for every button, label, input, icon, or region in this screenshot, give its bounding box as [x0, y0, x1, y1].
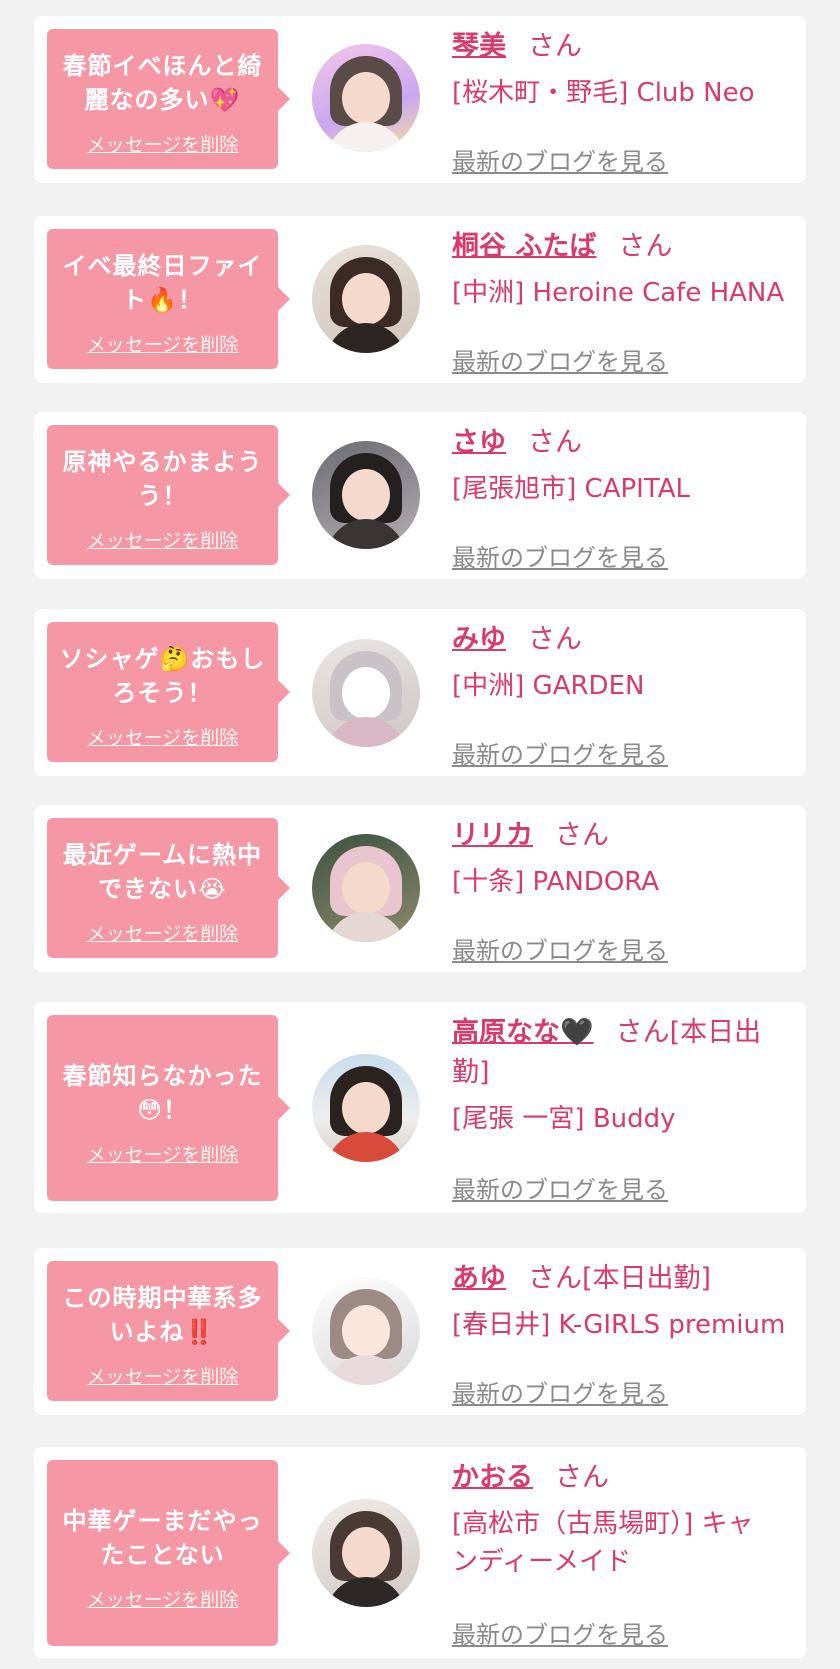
honorific: さん	[528, 427, 582, 458]
message-text: 春節イベほんと綺 麗なの多い💖	[62, 52, 263, 114]
latest-blog-link[interactable]: 最新のブログを見る	[452, 740, 668, 770]
shop-label: [尾張 一宮] Buddy	[452, 1104, 676, 1134]
profile-name-link[interactable]: 琴美	[452, 31, 506, 62]
message-bubble: 最近ゲームに熱中 できない😭 メッセージを削除	[47, 818, 290, 958]
honorific: さん	[528, 31, 582, 62]
shop-label: [中洲] GARDEN	[452, 671, 645, 701]
delete-message-link[interactable]: メッセージを削除	[47, 333, 278, 357]
profile-name-link[interactable]: さゆ	[452, 427, 506, 458]
message-text: 原神やるかまよう う！	[62, 448, 263, 510]
message-card: 原神やるかまよう う！ メッセージを削除 さゆ さん [尾張旭市] CAPITAL …	[34, 412, 806, 579]
message-card: イベ最終日ファイ ト🔥！ メッセージを削除 桐谷 ふたば さん [中洲] Heroi…	[34, 216, 806, 383]
delete-message-link[interactable]: メッセージを削除	[47, 1143, 278, 1167]
message-bubble: この時期中華系多 いよね‼️ メッセージを削除	[47, 1261, 290, 1401]
honorific: さん[本日出勤]	[528, 1263, 712, 1294]
profile-name-link[interactable]: 高原なな🖤	[452, 1017, 594, 1048]
message-bubble: ソシャゲ🤔おもし ろそう！ メッセージを削除	[47, 622, 290, 762]
latest-blog-link[interactable]: 最新のブログを見る	[452, 147, 668, 177]
avatar[interactable]	[312, 1499, 420, 1607]
avatar[interactable]	[312, 834, 420, 942]
profile-name-link[interactable]: 桐谷 ふたば	[452, 231, 596, 262]
honorific: さん[本日出	[615, 1017, 762, 1048]
profile-name-link[interactable]: みゆ	[452, 624, 506, 655]
latest-blog-link[interactable]: 最新のブログを見る	[452, 936, 668, 966]
message-bubble: 春節知らなかった 😳！ メッセージを削除	[47, 1015, 290, 1201]
honorific: さん	[555, 1462, 609, 1493]
message-card: ソシャゲ🤔おもし ろそう！ メッセージを削除 みゆ さん [中洲] GARDEN 最…	[34, 609, 806, 776]
message-bubble: イベ最終日ファイ ト🔥！ メッセージを削除	[47, 229, 290, 369]
delete-message-link[interactable]: メッセージを削除	[47, 529, 278, 553]
status-suffix: 勤]	[452, 1057, 490, 1088]
message-text: ソシャゲ🤔おもし ろそう！	[59, 645, 266, 707]
shop-label: [春日井] K-GIRLS premium	[452, 1310, 786, 1340]
shop-label: [尾張旭市] CAPITAL	[452, 474, 690, 504]
delete-message-link[interactable]: メッセージを削除	[47, 1588, 278, 1612]
profile-name-link[interactable]: あゆ	[452, 1263, 506, 1294]
message-card: 春節知らなかった 😳！ メッセージを削除 高原なな🖤 さん[本日出 勤] [尾張 一…	[34, 1002, 806, 1213]
delete-message-link[interactable]: メッセージを削除	[47, 922, 278, 946]
message-card: 春節イベほんと綺 麗なの多い💖 メッセージを削除 琴美 さん [桜木町・野毛] Cl…	[34, 16, 806, 183]
shop-label: [桜木町・野毛] Club Neo	[452, 78, 755, 108]
latest-blog-link[interactable]: 最新のブログを見る	[452, 1379, 668, 1409]
message-text: 最近ゲームに熱中 できない😭	[62, 841, 263, 903]
shop-label: [十条] PANDORA	[452, 867, 660, 897]
message-card: この時期中華系多 いよね‼️ メッセージを削除 あゆ さん[本日出勤] [春日井] …	[34, 1248, 806, 1415]
shop-label: [高松市（古馬場町）] キャ	[452, 1509, 754, 1539]
shop-label: [中洲] Heroine Cafe HANA	[452, 278, 785, 308]
avatar[interactable]	[312, 44, 420, 152]
message-bubble: 中華ゲーまだやっ たことない メッセージを削除	[47, 1460, 290, 1646]
shop-label-continued: ンディーメイド	[452, 1547, 632, 1577]
message-text: この時期中華系多 いよね‼️	[62, 1284, 263, 1346]
latest-blog-link[interactable]: 最新のブログを見る	[452, 543, 668, 573]
message-bubble: 春節イベほんと綺 麗なの多い💖 メッセージを削除	[47, 29, 290, 169]
avatar[interactable]	[312, 1277, 420, 1385]
honorific: さん	[528, 624, 582, 655]
latest-blog-link[interactable]: 最新のブログを見る	[452, 1175, 668, 1205]
delete-message-link[interactable]: メッセージを削除	[47, 133, 278, 157]
message-text: 春節知らなかった 😳！	[62, 1062, 263, 1124]
message-text: 中華ゲーまだやっ たことない	[62, 1507, 263, 1569]
latest-blog-link[interactable]: 最新のブログを見る	[452, 1620, 668, 1650]
profile-name-link[interactable]: かおる	[452, 1462, 533, 1493]
avatar[interactable]	[312, 1054, 420, 1162]
honorific: さん	[555, 820, 609, 851]
message-text: イベ最終日ファイ ト🔥！	[62, 252, 263, 314]
delete-message-link[interactable]: メッセージを削除	[47, 726, 278, 750]
latest-blog-link[interactable]: 最新のブログを見る	[452, 347, 668, 377]
message-card: 最近ゲームに熱中 できない😭 メッセージを削除 リリカ さん [十条] PANDOR…	[34, 805, 806, 972]
message-card: 中華ゲーまだやっ たことない メッセージを削除 かおる さん [高松市（古馬場町）]…	[34, 1447, 806, 1658]
profile-name-link[interactable]: リリカ	[452, 820, 533, 851]
message-bubble: 原神やるかまよう う！ メッセージを削除	[47, 425, 290, 565]
delete-message-link[interactable]: メッセージを削除	[47, 1365, 278, 1389]
avatar[interactable]	[312, 639, 420, 747]
avatar[interactable]	[312, 441, 420, 549]
avatar[interactable]	[312, 245, 420, 353]
honorific: さん	[618, 231, 673, 262]
